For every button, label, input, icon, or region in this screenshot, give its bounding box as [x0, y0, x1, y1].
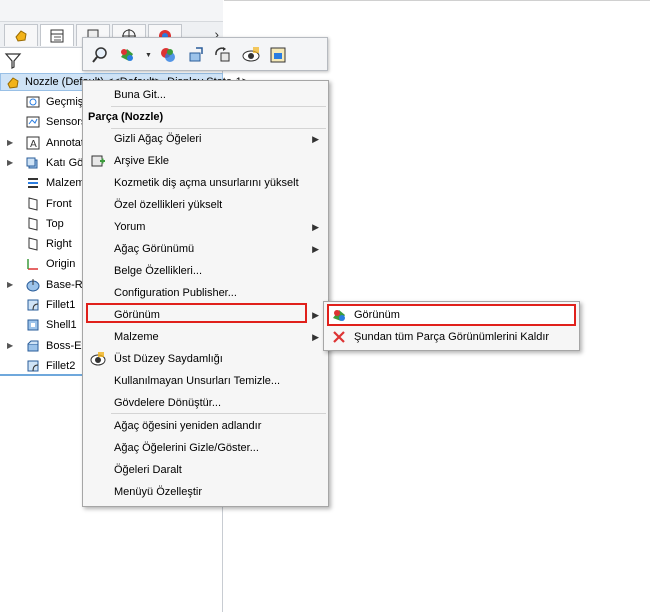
submenu-arrow-icon: ▶	[312, 221, 319, 232]
context-menu: Buna Git... Parça (Nozzle) Gizli Ağaç Öğ…	[82, 80, 329, 507]
tree-expand-icon[interactable]: ▶	[7, 341, 13, 350]
panel-top-strip	[0, 0, 223, 22]
menu-item-label: Malzeme	[114, 331, 159, 343]
menu-item-hidden-tree-items[interactable]: Gizli Ağaç Öğeleri ▶	[84, 128, 327, 150]
revolve-icon	[26, 278, 40, 292]
solid-bodies-icon	[26, 157, 38, 169]
feature-manager-icon	[15, 29, 27, 42]
menu-item-add-to-archive[interactable]: Arşive Ekle	[84, 150, 327, 172]
archive-icon	[91, 155, 105, 167]
transparency-icon	[90, 352, 106, 366]
menu-item-customize-menu[interactable]: Menüyü Özelleştir	[84, 481, 327, 503]
part-icon	[7, 77, 19, 89]
menu-item-label: Ağaç Öğelerini Gizle/Göster...	[114, 442, 259, 454]
menu-item-label: Gizli Ağaç Öğeleri	[114, 133, 202, 145]
property-manager-icon	[50, 29, 64, 42]
filter-icon[interactable]	[4, 52, 22, 70]
fillet-icon	[27, 360, 39, 372]
menu-item-label: Yorum	[114, 221, 146, 233]
tree-expand-icon[interactable]: ▶	[7, 280, 13, 289]
hide-show-items-icon[interactable]	[241, 45, 261, 65]
svg-text:A: A	[30, 139, 37, 150]
menu-item-label: Belge Özellikleri...	[114, 265, 203, 277]
fillet-icon	[27, 299, 39, 311]
menu-item-label: Öğeleri Daralt	[114, 464, 182, 476]
menu-header-part: Parça (Nozzle)	[84, 106, 327, 128]
rotate-view-icon[interactable]	[213, 45, 233, 65]
menu-item-top-level-transparency[interactable]: Üst Düzey Saydamlığı	[84, 348, 327, 370]
menu-item-label: Arşive Ekle	[114, 155, 170, 167]
plane-icon	[28, 237, 38, 251]
sensor-icon	[26, 116, 40, 128]
appearance-icon[interactable]	[158, 45, 178, 65]
menu-item-go-to[interactable]: Buna Git...	[84, 84, 327, 106]
section-view-icon[interactable]	[186, 45, 206, 65]
tree-item-label: Front	[46, 197, 72, 210]
submenu-arrow-icon: ▶	[312, 331, 319, 342]
menu-item-tree-display[interactable]: Ağaç Görünümü ▶	[84, 238, 327, 260]
tree-item-label: Top	[46, 217, 64, 230]
menu-item-label: Buna Git...	[114, 89, 166, 101]
tree-item-label: Right	[46, 238, 72, 251]
menu-item-label: Kullanılmayan Unsurları Temizle...	[114, 375, 281, 387]
display-style-icon[interactable]	[117, 45, 137, 65]
annotation-icon: A	[26, 136, 40, 150]
tree-item-label: Shell1	[46, 319, 77, 332]
tab-feature-manager[interactable]	[4, 24, 38, 46]
menu-item-label: Gövdelere Dönüştür...	[114, 397, 222, 409]
tree-item-label: Fillet2	[46, 359, 76, 372]
submenu-item-label: Şundan tüm Parça Görünümlerini Kaldır	[354, 331, 550, 343]
menu-item-upgrade-cosmetic-threads[interactable]: Kozmetik diş açma unsurlarını yükselt	[84, 172, 327, 194]
tree-item-label: Origin	[46, 258, 76, 271]
menu-item-upgrade-custom-properties[interactable]: Özel özellikleri yükselt	[84, 194, 327, 216]
tab-property-manager[interactable]	[40, 24, 74, 46]
zoom-icon[interactable]	[90, 45, 110, 65]
shell-icon	[27, 319, 39, 331]
menu-header-label: Parça (Nozzle)	[88, 111, 164, 123]
submenu-item-remove-all-appearances[interactable]: Şundan tüm Parça Görünümlerini Kaldır	[325, 326, 577, 348]
plane-icon	[28, 217, 38, 231]
menu-item-configuration-publisher[interactable]: Configuration Publisher...	[84, 282, 327, 304]
menu-item-hide-show-tree-items[interactable]: Ağaç Öğelerini Gizle/Göster...	[84, 437, 327, 459]
menu-item-label: Kozmetik diş açma unsurlarını yükselt	[114, 177, 299, 189]
menu-item-label: Ağaç öğesini yeniden adlandır	[114, 420, 262, 432]
submenu-arrow-icon: ▶	[312, 133, 319, 144]
menu-item-label: Configuration Publisher...	[114, 287, 237, 299]
tree-item-label: Geçmiş	[46, 96, 84, 108]
tree-expand-icon[interactable]: ▶	[7, 158, 13, 167]
menu-separator	[111, 413, 326, 414]
submenu-arrow-icon: ▶	[312, 309, 319, 320]
tree-item-label: Fillet1	[46, 299, 76, 311]
menu-item-label: Ağaç Görünümü	[114, 243, 195, 255]
graphics-area-top-border	[224, 0, 650, 1]
submenu-arrow-icon: ▶	[312, 243, 319, 254]
tree-expand-icon[interactable]: ▶	[7, 138, 13, 147]
origin-icon	[27, 259, 38, 271]
extrude-icon	[27, 340, 39, 352]
menu-item-purge-unused-features[interactable]: Kullanılmayan Unsurları Temizle...	[84, 370, 327, 392]
view-heads-up-toolbar: ▼	[82, 37, 328, 71]
menu-highlight-gorunum	[86, 303, 307, 323]
menu-item-label: Üst Düzey Saydamlığı	[114, 353, 223, 365]
history-icon	[26, 96, 40, 108]
menu-item-comment[interactable]: Yorum ▶	[84, 216, 327, 238]
plane-icon	[28, 196, 38, 211]
remove-x-icon	[333, 331, 345, 343]
menu-item-collapse-items[interactable]: Öğeleri Daralt	[84, 459, 327, 481]
menu-item-convert-to-bodies[interactable]: Gövdelere Dönüştür...	[84, 392, 327, 414]
tree-item-label: Sensors	[46, 116, 87, 129]
menu-item-rename-tree-item[interactable]: Ağaç öğesini yeniden adlandır	[84, 415, 327, 437]
menu-item-label: Menüyü Özelleştir	[114, 486, 203, 498]
material-icon	[28, 178, 38, 189]
appearance-icon	[333, 310, 345, 321]
menu-item-label: Özel özellikleri yükselt	[114, 199, 223, 211]
submenu-item-appearance[interactable]: Görünüm	[325, 304, 577, 326]
menu-item-material[interactable]: Malzeme ▶	[84, 326, 327, 348]
scene-icon[interactable]	[268, 45, 288, 65]
menu-item-document-properties[interactable]: Belge Özellikleri...	[84, 260, 327, 282]
display-style-dropdown-icon[interactable]: ▼	[145, 52, 152, 59]
submenu-item-label: Görünüm	[354, 309, 400, 321]
